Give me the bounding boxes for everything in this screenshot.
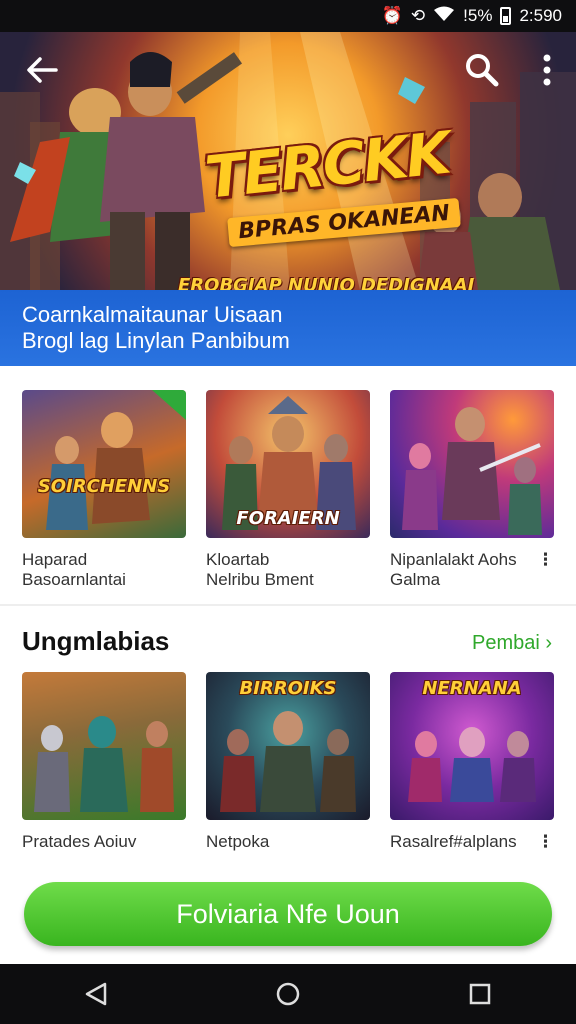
game-title: Haparad Basoarnlantai xyxy=(22,550,126,589)
game-row-featured: SOIRCHENNS Haparad Basoarnlantai FORAIER… xyxy=(0,390,576,590)
band-line-2: Brogl lag Linylan Panbibum xyxy=(22,328,290,353)
game-title: Pratades Aoiuv xyxy=(22,832,137,851)
game-title: ⋮ Rasalref#alplans xyxy=(390,832,554,852)
game-card[interactable]: ⋮ Nipanlalakt Aohs Galma xyxy=(390,390,554,590)
more-vert-icon[interactable]: ⋮ xyxy=(537,550,554,570)
game-thumbnail[interactable] xyxy=(22,672,186,820)
more-vert-icon xyxy=(543,54,551,86)
game-title: Netpoka xyxy=(206,832,270,851)
system-nav-bar xyxy=(0,964,576,1024)
game-thumbnail[interactable]: SOIRCHENNS xyxy=(22,390,186,538)
game-thumbnail[interactable]: NERNANA xyxy=(390,672,554,820)
clock: 2:590 xyxy=(519,6,562,25)
section-title: Ungmlabias xyxy=(22,626,170,656)
more-vert-icon[interactable]: ⋮ xyxy=(537,832,554,852)
game-thumbnail[interactable]: FORAIERN xyxy=(206,390,370,538)
divider xyxy=(0,604,576,606)
band-line-1: Coarnkalmaitaunar Uisaan xyxy=(22,302,283,327)
section-see-all-link[interactable]: Pembai › xyxy=(472,632,552,655)
thumbnail-art xyxy=(34,716,174,812)
arrow-left-icon xyxy=(27,57,58,83)
triangle-back-icon xyxy=(85,982,107,1006)
game-card[interactable]: Pratades Aoiuv xyxy=(22,672,186,852)
search-button[interactable] xyxy=(462,50,502,90)
circle-home-icon xyxy=(276,982,300,1006)
thumbnail-title: BIRROIKS xyxy=(239,678,337,699)
square-recents-icon xyxy=(469,983,491,1005)
alarm-icon: ⏰ xyxy=(381,6,403,25)
game-title: Kloartab Nelribu Bment xyxy=(206,550,314,589)
info-band: Coarnkalmaitaunar Uisaan Brogl lag Linyl… xyxy=(0,290,576,366)
battery-icon xyxy=(500,7,512,25)
status-bar: ⏰ ⟲ !5% 2:590 xyxy=(0,0,576,32)
wifi-icon xyxy=(433,6,455,27)
battery-percent: !5% xyxy=(463,6,493,25)
thumbnail-art xyxy=(402,407,542,535)
game-thumbnail[interactable]: BIRROIKS xyxy=(206,672,370,820)
thumbnail-title: NERNANA xyxy=(422,678,522,699)
more-options-button[interactable] xyxy=(532,50,562,90)
hero-banner[interactable]: ΤERCKK BPRAS OKANEAN EROBGIAP NUNIO DEDI… xyxy=(0,32,576,290)
sync-icon: ⟲ xyxy=(410,6,426,25)
search-icon xyxy=(466,54,499,87)
game-thumbnail[interactable] xyxy=(390,390,554,538)
game-row-upcoming: Pratades Aoiuv BIRROIKS Netpoka NERNANA … xyxy=(0,672,576,852)
nav-recents-button[interactable] xyxy=(450,964,510,1024)
thumbnail-title: SOIRCHENNS xyxy=(37,476,171,497)
thumbnail-title: FORAIERN xyxy=(236,508,340,529)
game-card[interactable]: BIRROIKS Netpoka xyxy=(206,672,370,852)
nav-home-button[interactable] xyxy=(258,964,318,1024)
game-title: ⋮ Nipanlalakt Aohs Galma xyxy=(390,550,554,589)
game-card[interactable]: NERNANA ⋮ Rasalref#alplans xyxy=(390,672,554,852)
game-card[interactable]: SOIRCHENNS Haparad Basoarnlantai xyxy=(22,390,186,590)
back-button[interactable] xyxy=(22,50,62,90)
thumbnail-art xyxy=(46,390,186,530)
game-card[interactable]: FORAIERN Kloartab Nelribu Bment xyxy=(206,390,370,590)
primary-cta-button[interactable]: Folviaria Nfe Uoun xyxy=(24,882,552,946)
nav-back-button[interactable] xyxy=(66,964,126,1024)
hero-tagline: EROBGIAP NUNIO DEDIGNAAI xyxy=(178,275,475,290)
